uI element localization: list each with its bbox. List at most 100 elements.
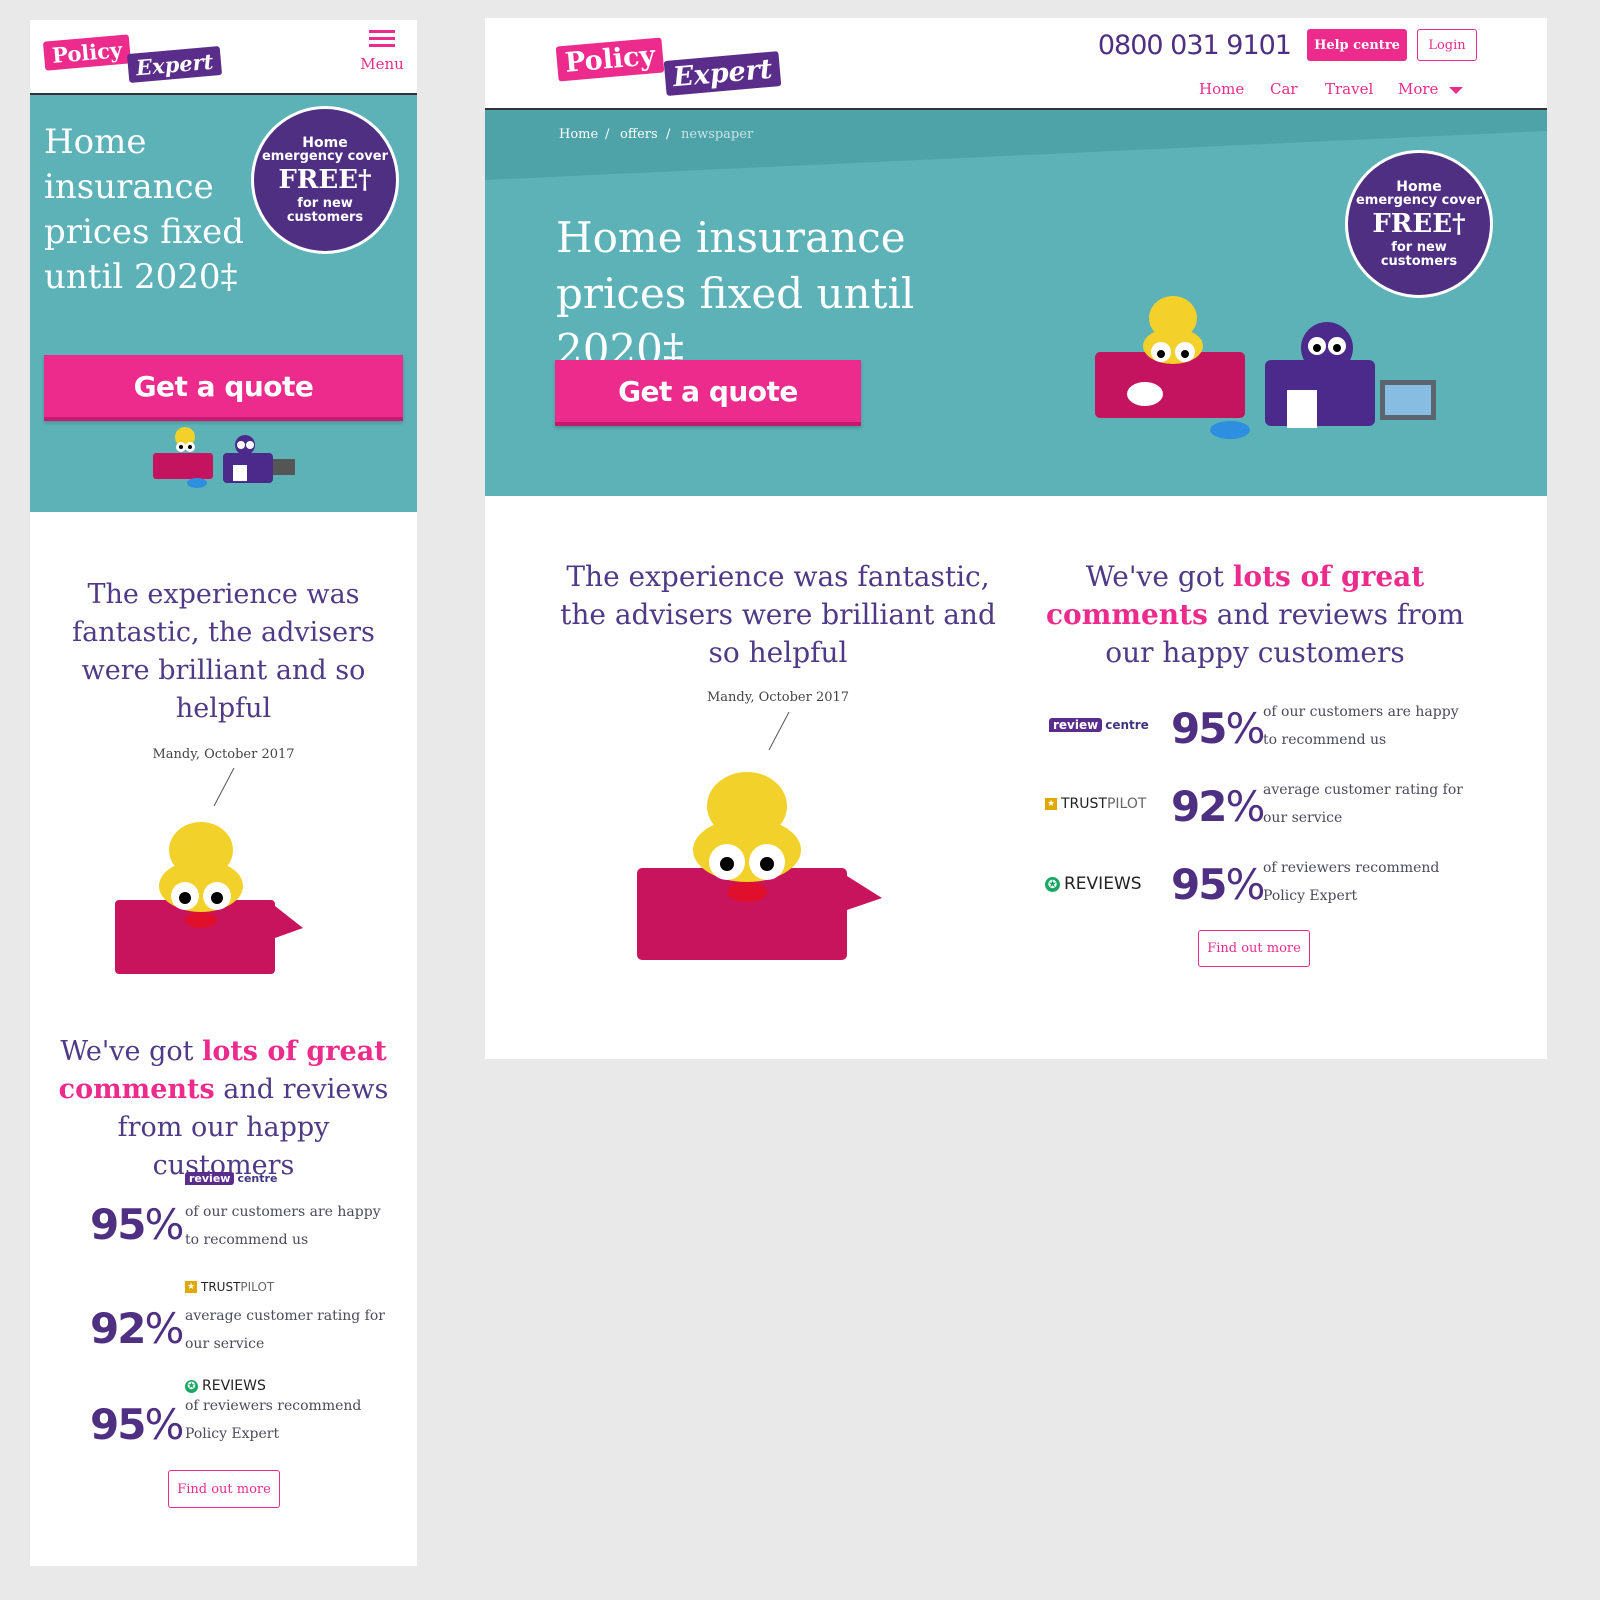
badge-line: for new <box>1391 240 1447 256</box>
testimonial-quote: The experience was fantastic, the advise… <box>72 579 375 724</box>
testimonial-author: Mandy, October 2017 <box>706 690 850 705</box>
review-row-reviewcentre: review centre 95% of our customers are ha… <box>1045 702 1485 762</box>
badge-line: customers <box>1380 253 1458 269</box>
mobile-page: Policy Expert Menu Home insurance prices… <box>30 20 417 1566</box>
reviews-title: We've got lots of great comments and rev… <box>1030 558 1480 672</box>
chevron-down-icon <box>1449 86 1464 94</box>
find-out-more-button[interactable]: Find out more <box>1198 930 1310 967</box>
help-centre-button[interactable]: Help centre <box>1307 29 1407 61</box>
percent-value: 92 <box>90 1304 146 1353</box>
badge-line: customers <box>286 209 364 225</box>
mobile-hero: Home insurance prices fixed until 2020‡ … <box>30 95 417 512</box>
logo-policy-text: Policy <box>555 37 665 82</box>
nav-more-label: More <box>1398 80 1439 98</box>
trustpilot-logo-a: TRUST <box>1061 796 1107 812</box>
breadcrumb-current: newspaper <box>681 127 754 142</box>
trustpilot-logo: ★ TRUST PILOT <box>185 1280 274 1294</box>
reviews-logo-text: REVIEWS <box>1064 874 1142 894</box>
review-desc: average customer rating for our service <box>185 1308 385 1352</box>
percent-sign: % <box>144 1304 184 1353</box>
review-row-reviews: ✪ REVIEWS 95% of reviewers recommend Poli… <box>90 1378 390 1468</box>
breadcrumb-offers[interactable]: offers <box>620 127 658 142</box>
nav-travel[interactable]: Travel <box>1325 80 1373 98</box>
testimonial-quote: The experience was fantastic, the advise… <box>560 560 996 669</box>
review-percent: 92% <box>1171 782 1265 831</box>
review-percent: 95% <box>90 1200 184 1249</box>
percent-sign: % <box>1225 860 1265 909</box>
percent-value: 95 <box>1171 704 1227 753</box>
reviews-title: We've got lots of great comments and rev… <box>30 1033 417 1185</box>
badge-free: FREE† <box>1372 208 1466 239</box>
login-button[interactable]: Login <box>1417 29 1477 61</box>
logo[interactable]: Policy Expert <box>555 37 787 98</box>
review-percent: 95% <box>1171 860 1265 909</box>
reviewcentre-logo: review centre <box>1045 718 1165 732</box>
percent-value: 95 <box>90 1400 146 1449</box>
review-percent: 95% <box>1171 704 1265 753</box>
review-desc: average customer rating for our service <box>1263 782 1463 826</box>
badge-free: FREE† <box>278 164 372 195</box>
get-quote-button[interactable]: Get a quote <box>44 355 403 421</box>
reviewcentre-logo-a: review <box>1049 718 1103 732</box>
mandy-mascot <box>115 822 303 974</box>
logo-expert-text: Expert <box>663 51 782 96</box>
logo[interactable]: Policy Expert <box>42 34 224 84</box>
reviewcentre-logo: review centre <box>185 1172 277 1185</box>
hero-title: Home insurance prices fixed until 2020‡ <box>556 213 915 374</box>
trustpilot-logo: ★ TRUST PILOT <box>1045 796 1165 812</box>
phone-number[interactable]: 0800 031 9101 <box>1098 30 1292 61</box>
nav-home[interactable]: Home <box>1199 80 1244 98</box>
review-desc: of our customers are happy to recommend … <box>1263 704 1459 748</box>
review-desc: of reviewers recommend Policy Expert <box>1263 860 1440 904</box>
percent-sign: % <box>144 1400 184 1449</box>
badge-line: emergency cover <box>1355 193 1482 209</box>
review-row-reviewcentre: review centre 95% of our customers are ha… <box>90 1172 390 1262</box>
breadcrumb-separator: / <box>666 127 671 142</box>
review-desc: of our customers are happy to recommend … <box>185 1204 381 1248</box>
mascots-illustration <box>153 427 295 488</box>
badge-line: Home <box>302 134 348 151</box>
breadcrumb-home[interactable]: Home <box>559 127 598 142</box>
trustpilot-logo-b: PILOT <box>240 1280 275 1294</box>
review-row-trustpilot: ★ TRUST PILOT 92% average customer rating … <box>1045 780 1485 840</box>
desktop-hero: Home / offers / newspaper Home insurance… <box>485 110 1547 496</box>
nav-car[interactable]: Car <box>1270 80 1298 98</box>
badge-line: Home <box>1396 178 1442 195</box>
reviewcentre-logo-b: centre <box>237 1172 278 1185</box>
reviews-title-pre: We've got <box>60 1036 194 1067</box>
reviews-star-icon: ✪ <box>1045 876 1060 892</box>
breadcrumb-separator: / <box>605 127 610 142</box>
review-row-reviews: ✪ REVIEWS 95% of reviewers recommend Poli… <box>1045 858 1485 918</box>
percent-value: 95 <box>1171 860 1227 909</box>
nav-more[interactable]: More <box>1398 80 1464 98</box>
speech-line <box>768 711 790 751</box>
trustpilot-logo-b: PILOT <box>1106 796 1147 812</box>
logo-policy-text: Policy <box>42 34 132 71</box>
speech-line <box>213 767 235 807</box>
logo-expert-text: Expert <box>126 45 223 84</box>
mobile-header: Policy Expert Menu <box>30 20 417 95</box>
desktop-header: Policy Expert 0800 031 9101 Help centre … <box>485 18 1547 110</box>
desktop-page: Policy Expert 0800 031 9101 Help centre … <box>485 18 1547 1059</box>
review-percent: 95% <box>90 1400 184 1449</box>
menu-button[interactable]: Menu <box>357 30 407 73</box>
mascots-illustration <box>1095 296 1436 439</box>
hero-title: Home insurance prices fixed until 2020‡ <box>44 122 245 297</box>
reviews-logo: ✪ REVIEWS <box>1045 874 1165 894</box>
badge-line: emergency cover <box>261 149 388 165</box>
testimonial-author: Mandy, October 2017 <box>152 747 295 762</box>
badge-line: for new <box>297 196 353 212</box>
find-out-more-button[interactable]: Find out more <box>168 1470 280 1508</box>
reviews-title-pre: We've got <box>1085 560 1224 593</box>
trustpilot-logo-a: TRUST <box>201 1280 241 1294</box>
mandy-mascot <box>637 772 882 960</box>
percent-sign: % <box>1225 704 1265 753</box>
percent-value: 95 <box>90 1200 146 1249</box>
reviewcentre-logo-b: centre <box>1105 718 1149 732</box>
review-percent: 92% <box>90 1304 184 1353</box>
trustpilot-star-icon: ★ <box>185 1281 197 1293</box>
review-row-trustpilot: ★ TRUST PILOT 92% average customer rating … <box>90 1280 390 1370</box>
get-quote-button[interactable]: Get a quote <box>555 360 861 426</box>
hamburger-icon <box>357 30 407 47</box>
free-cover-badge: Home emergency cover FREE† for new custo… <box>1345 150 1493 298</box>
